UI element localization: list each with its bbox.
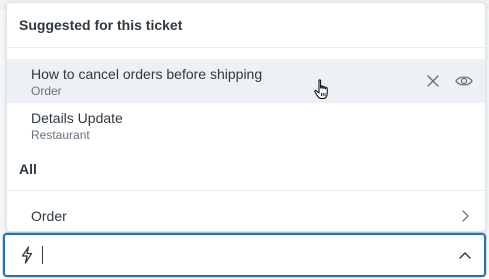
suggested-item-cancel-orders[interactable]: How to cancel orders before shipping Ord…	[7, 59, 485, 103]
suggested-section-header: Suggested for this ticket	[19, 17, 183, 33]
macro-search-combobox[interactable]	[3, 233, 486, 277]
chevron-right-icon	[455, 206, 475, 226]
macro-search-input[interactable]	[39, 244, 439, 266]
all-item-title: Order	[31, 208, 67, 224]
chevron-up-icon[interactable]	[455, 245, 475, 265]
suggested-item-subtitle: Order	[31, 84, 62, 98]
suggested-item-title: How to cancel orders before shipping	[31, 66, 263, 82]
divider	[7, 190, 485, 191]
suggested-item-title: Details Update	[31, 110, 123, 126]
eye-icon[interactable]	[454, 71, 474, 91]
suggested-item-subtitle: Restaurant	[31, 128, 90, 142]
all-item-order[interactable]: Order	[7, 205, 485, 227]
suggested-item-details-update[interactable]: Details Update Restaurant	[7, 105, 485, 145]
macro-suggestions-menu: Suggested for this ticket How to cancel …	[6, 2, 486, 232]
divider	[7, 47, 485, 48]
all-section-header: All	[19, 161, 37, 177]
lightning-icon	[17, 245, 37, 265]
close-icon[interactable]	[423, 71, 443, 91]
hand-pointer-cursor	[314, 79, 328, 99]
text-caret	[42, 246, 43, 264]
